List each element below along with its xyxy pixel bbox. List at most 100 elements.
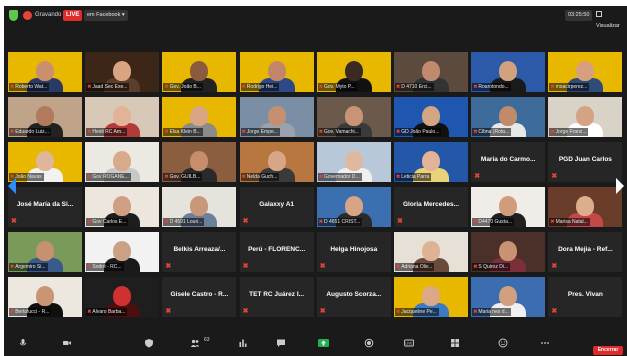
participant-tile[interactable]: ✖Gov Carlos E... bbox=[85, 187, 160, 227]
participant-tile[interactable]: Gisele Castro - R... ✖ bbox=[162, 277, 237, 317]
muted-microphone-icon: ✖ bbox=[473, 129, 478, 135]
participant-face bbox=[113, 196, 132, 216]
participant-tile[interactable]: ✖Governador D... bbox=[316, 142, 391, 182]
participant-tile[interactable]: TET RC Juárez I... ✖ bbox=[239, 277, 314, 317]
participant-name: Rodrigo Hei... bbox=[246, 84, 278, 90]
participant-tile[interactable]: ✖D4470 Gusta... bbox=[471, 187, 546, 227]
participant-name-label: ✖Maria nes d... bbox=[472, 308, 511, 316]
participant-face bbox=[113, 61, 132, 81]
participant-tile[interactable]: ✖Maria nes d... bbox=[471, 277, 546, 317]
chat-icon[interactable] bbox=[276, 338, 286, 348]
end-meeting-button[interactable]: Encerrar bbox=[593, 346, 623, 355]
record-icon[interactable] bbox=[364, 338, 374, 348]
participant-tile[interactable]: ✖Gov. GUILB... bbox=[162, 142, 237, 182]
microphone-icon[interactable] bbox=[18, 338, 28, 348]
participant-tile[interactable]: ✖Eduardo Luiz... bbox=[8, 97, 82, 137]
view-button[interactable]: Visualizar bbox=[594, 10, 627, 29]
participant-tile[interactable]: ✖D 4651 CRIST... bbox=[316, 187, 391, 227]
participant-tile[interactable]: ✖D 4710 Erci... bbox=[394, 52, 468, 92]
participant-tile[interactable]: ✖Nelda Guch... bbox=[239, 142, 314, 182]
participant-face bbox=[36, 61, 54, 81]
reactions-icon[interactable] bbox=[498, 338, 508, 348]
previous-page-arrow-icon[interactable] bbox=[8, 178, 16, 194]
participant-tile[interactable]: ✖Adriana Oliv... bbox=[394, 232, 468, 272]
participant-tile[interactable]: ✖GD João Paulo... bbox=[394, 97, 468, 137]
participant-tile[interactable]: ✖Alvaro Barba... bbox=[85, 277, 160, 317]
muted-microphone-icon: ✖ bbox=[474, 173, 481, 180]
more-icon[interactable] bbox=[540, 338, 550, 348]
participant-face bbox=[576, 106, 595, 126]
participant-tile[interactable]: José María da Si... ✖ bbox=[8, 187, 82, 227]
participant-tile[interactable]: Maria do Carmo... ✖ bbox=[471, 142, 546, 182]
participant-name: Governador D... bbox=[324, 174, 360, 180]
participant-tile[interactable]: ✖Bertolucci - R... bbox=[8, 277, 82, 317]
participant-name: Jaad Sec Exe... bbox=[92, 84, 128, 90]
participant-tile[interactable]: ✖moacirperez... bbox=[548, 52, 623, 92]
muted-microphone-icon: ✖ bbox=[551, 173, 558, 180]
participants-icon[interactable] bbox=[190, 338, 200, 348]
participant-face bbox=[576, 196, 595, 216]
participant-tile[interactable]: ✖Gov. Vamachi... bbox=[316, 97, 391, 137]
participant-name: D 4591 Louri... bbox=[169, 219, 203, 225]
muted-microphone-icon: ✖ bbox=[241, 174, 246, 180]
participant-face bbox=[344, 61, 363, 81]
participant-face bbox=[499, 196, 518, 216]
security-shield-icon[interactable] bbox=[9, 10, 18, 21]
participant-face bbox=[344, 106, 363, 126]
participant-tile[interactable]: Augusto Scorza... ✖ bbox=[316, 277, 391, 317]
participant-tile[interactable]: Belkis Arreaza/... ✖ bbox=[162, 232, 237, 272]
participant-name-label: ✖D 4710 Erci... bbox=[395, 83, 434, 91]
participant-tile[interactable]: ✖Argemiro Si... bbox=[8, 232, 82, 272]
participant-face bbox=[499, 286, 518, 306]
muted-microphone-icon: ✖ bbox=[241, 84, 246, 90]
next-page-arrow-icon[interactable] bbox=[616, 178, 624, 194]
participant-name-label: ✖S Quiroz Di... bbox=[472, 263, 511, 271]
participant-tile[interactable]: ✖S Quiroz Di... bbox=[471, 232, 546, 272]
participant-tile[interactable]: ✖Gov. Myto P... bbox=[316, 52, 391, 92]
participant-tile[interactable]: ✖Roarotondo... bbox=[471, 52, 546, 92]
participant-tile[interactable]: ✖Cibna (Rota... bbox=[471, 97, 546, 137]
participant-tile[interactable]: Galaxxy A1 ✖ bbox=[239, 187, 314, 227]
security-icon[interactable] bbox=[144, 338, 154, 348]
participant-tile[interactable]: Helga Hinojosa ✖ bbox=[316, 232, 391, 272]
breakout-rooms-icon[interactable] bbox=[450, 338, 460, 348]
participant-name-label: ✖Roberto Wat... bbox=[9, 83, 50, 91]
participant-name: Marisa Natal... bbox=[555, 219, 588, 225]
participant-name: Maria nes d... bbox=[478, 309, 509, 315]
participant-tile[interactable]: ✖João Navas bbox=[8, 142, 82, 182]
video-camera-icon[interactable] bbox=[62, 338, 72, 348]
recording-icon[interactable] bbox=[23, 11, 32, 20]
participant-tile[interactable]: ✖Jaad Sec Exe... bbox=[85, 52, 160, 92]
participant-tile[interactable]: ✖Sodré - RC... bbox=[85, 232, 160, 272]
share-screen-icon[interactable] bbox=[318, 338, 329, 348]
participant-tile[interactable]: ✖Marisa Natal... bbox=[548, 187, 623, 227]
participant-name: Sodré - RC... bbox=[92, 264, 122, 270]
participant-tile[interactable]: ✖Elsa Klein B... bbox=[162, 97, 237, 137]
participant-tile[interactable]: ✖Jorge Franz... bbox=[548, 97, 623, 137]
participant-face bbox=[113, 106, 132, 126]
participant-tile[interactable]: ✖Gov. João B... bbox=[162, 52, 237, 92]
participant-name: D 4651 CRIST... bbox=[324, 219, 361, 225]
participant-tile[interactable]: ✖Heidi RC Am... bbox=[85, 97, 160, 137]
participant-name-label: ✖GD João Paulo... bbox=[395, 128, 442, 136]
participant-tile[interactable]: ✖Roberto Wat... bbox=[8, 52, 82, 92]
participant-tile[interactable]: PGD Juan Carlos ✖ bbox=[548, 142, 623, 182]
live-badge[interactable]: LIVE bbox=[63, 10, 83, 21]
participant-tile[interactable]: Gloria Mercedes... ✖ bbox=[394, 187, 468, 227]
participant-tile[interactable]: Pres. Vivan ✖ bbox=[548, 277, 623, 317]
muted-microphone-icon: ✖ bbox=[473, 264, 478, 270]
participant-tile[interactable]: ✖Jacqueline Pe... bbox=[394, 277, 468, 317]
participant-tile[interactable]: ✖Jorge Empe... bbox=[239, 97, 314, 137]
participant-name-label: ✖Gov. GUILB... bbox=[163, 173, 203, 181]
participant-tile[interactable]: ✖Gov ROGANE... bbox=[85, 142, 160, 182]
participant-tile[interactable]: ✖Rodrigo Hei... bbox=[239, 52, 314, 92]
participant-name-label: ✖D4470 Gusta... bbox=[472, 218, 515, 226]
participant-tile[interactable]: ✖Leticia Parra bbox=[394, 142, 468, 182]
participant-tile[interactable]: Perú - FLORENC... ✖ bbox=[239, 232, 314, 272]
participant-tile[interactable]: ✖D 4591 Louri... bbox=[162, 187, 237, 227]
live-destination-dropdown[interactable]: em Facebook ▾ bbox=[84, 10, 128, 21]
participant-tile[interactable]: Dora Mejia - Ref... ✖ bbox=[548, 232, 623, 272]
polls-icon[interactable] bbox=[238, 338, 248, 348]
participant-name: Dora Mejia - Ref... bbox=[558, 246, 613, 253]
live-stream-icon[interactable]: LIVE bbox=[404, 338, 414, 348]
